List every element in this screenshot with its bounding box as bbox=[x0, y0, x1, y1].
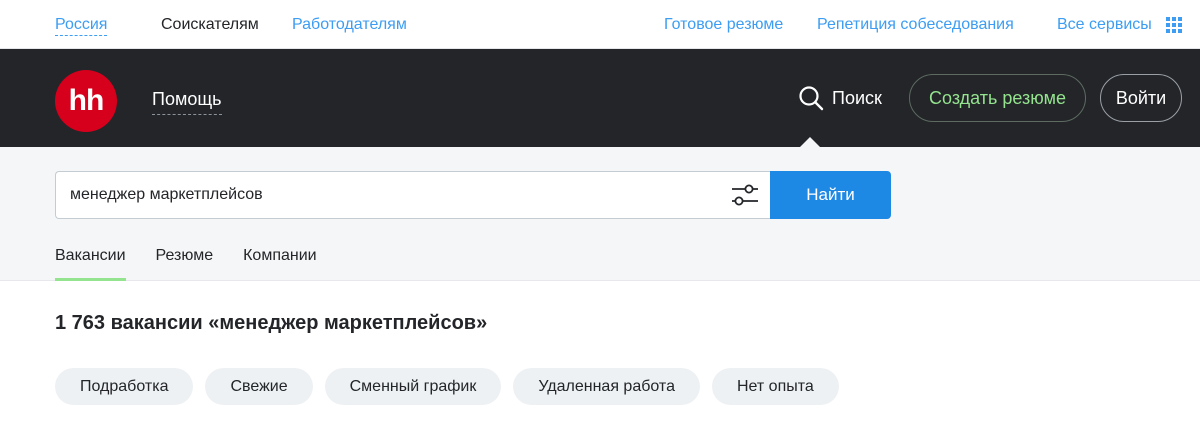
chip-part-time[interactable]: Подработка bbox=[55, 368, 194, 405]
seekers-link[interactable]: Соискателям bbox=[161, 16, 259, 34]
tab-resumes[interactable]: Резюме bbox=[156, 246, 214, 281]
search-input[interactable] bbox=[70, 172, 710, 218]
hh-logo[interactable]: hh bbox=[55, 70, 117, 132]
find-button[interactable]: Найти bbox=[770, 171, 891, 219]
search-pointer-arrow bbox=[800, 137, 820, 147]
filter-settings-icon[interactable] bbox=[730, 182, 760, 208]
search-area: Найти Вакансии Резюме Компании bbox=[0, 147, 1200, 281]
tab-vacancies[interactable]: Вакансии bbox=[55, 246, 126, 281]
create-resume-button[interactable]: Создать резюме bbox=[909, 74, 1086, 122]
employers-link[interactable]: Работодателям bbox=[292, 16, 407, 34]
tab-companies[interactable]: Компании bbox=[243, 246, 317, 281]
search-icon bbox=[799, 86, 824, 111]
help-link[interactable]: Помощь bbox=[152, 88, 222, 115]
search-link-label: Поиск bbox=[832, 87, 882, 108]
apps-grid-icon[interactable] bbox=[1166, 17, 1182, 33]
results-title: 1 763 вакансии «менеджер маркетплейсов» bbox=[55, 312, 488, 334]
chip-no-experience[interactable]: Нет опыта bbox=[711, 368, 839, 405]
search-tabs: Вакансии Резюме Компании bbox=[55, 246, 347, 281]
interview-rehearsal-link[interactable]: Репетиция собеседования bbox=[817, 16, 1014, 34]
top-bar: Россия Соискателям Работодателям Готовое… bbox=[0, 0, 1200, 49]
chip-shift-schedule[interactable]: Сменный график bbox=[324, 368, 502, 405]
filter-chips: Подработка Свежие Сменный график Удаленн… bbox=[55, 368, 851, 405]
search-link[interactable]: Поиск bbox=[798, 85, 882, 111]
region-link[interactable]: Россия bbox=[55, 16, 108, 36]
login-button[interactable]: Войти bbox=[1100, 74, 1182, 122]
chip-remote-work[interactable]: Удаленная работа bbox=[513, 368, 700, 405]
ready-resume-link[interactable]: Готовое резюме bbox=[664, 16, 783, 34]
search-box bbox=[55, 171, 770, 219]
main-header: hh Помощь Поиск Создать резюме Войти bbox=[0, 49, 1200, 147]
chip-fresh[interactable]: Свежие bbox=[205, 368, 313, 405]
all-services-link[interactable]: Все сервисы bbox=[1057, 16, 1152, 34]
